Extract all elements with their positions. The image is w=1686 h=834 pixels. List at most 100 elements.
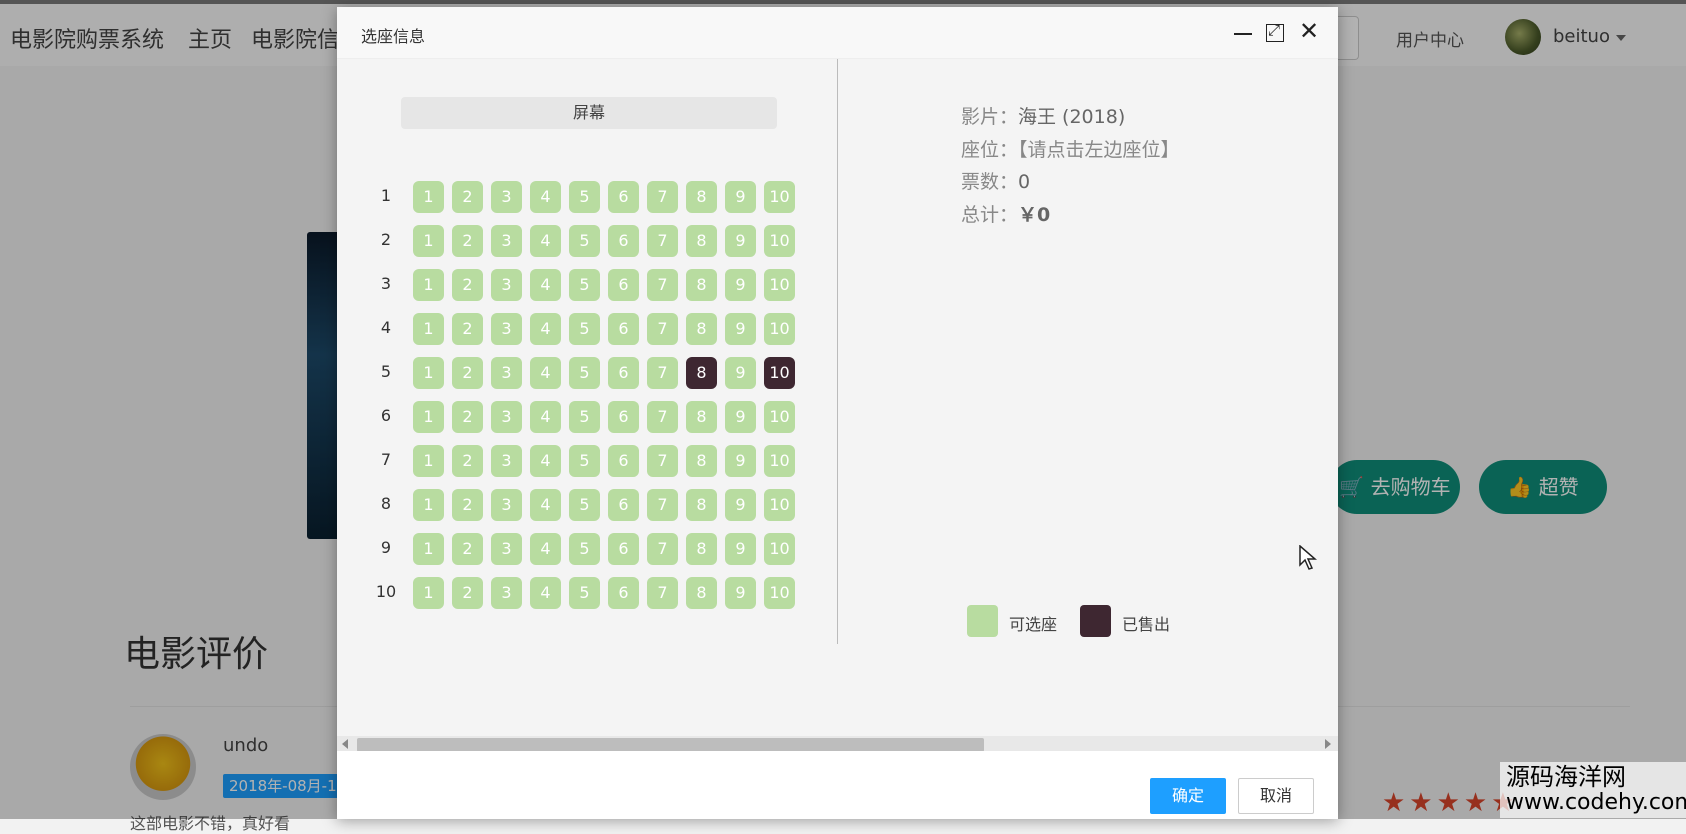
seat-available[interactable]: 3 bbox=[491, 181, 522, 213]
seat-available[interactable]: 10 bbox=[764, 401, 795, 433]
seat-available[interactable]: 9 bbox=[725, 313, 756, 345]
scrollbar-thumb[interactable] bbox=[357, 738, 984, 752]
seat-available[interactable]: 5 bbox=[569, 357, 600, 389]
seat-available[interactable]: 1 bbox=[413, 401, 444, 433]
seat-available[interactable]: 7 bbox=[647, 269, 678, 301]
seat-available[interactable]: 1 bbox=[413, 533, 444, 565]
seat-available[interactable]: 5 bbox=[569, 181, 600, 213]
seat-available[interactable]: 8 bbox=[686, 313, 717, 345]
seat-available[interactable]: 7 bbox=[647, 489, 678, 521]
seat-available[interactable]: 1 bbox=[413, 269, 444, 301]
seat-available[interactable]: 6 bbox=[608, 533, 639, 565]
seat-available[interactable]: 2 bbox=[452, 357, 483, 389]
seat-available[interactable]: 3 bbox=[491, 357, 522, 389]
seat-available[interactable]: 2 bbox=[452, 313, 483, 345]
seat-available[interactable]: 7 bbox=[647, 445, 678, 477]
seat-available[interactable]: 9 bbox=[725, 269, 756, 301]
seat-available[interactable]: 4 bbox=[530, 401, 561, 433]
seat-available[interactable]: 7 bbox=[647, 313, 678, 345]
seat-available[interactable]: 5 bbox=[569, 489, 600, 521]
seat-available[interactable]: 2 bbox=[452, 401, 483, 433]
seat-available[interactable]: 4 bbox=[530, 533, 561, 565]
seat-available[interactable]: 8 bbox=[686, 225, 717, 257]
seat-available[interactable]: 6 bbox=[608, 401, 639, 433]
scroll-right-arrow-icon[interactable] bbox=[1325, 739, 1331, 749]
seat-available[interactable]: 1 bbox=[413, 445, 444, 477]
seat-available[interactable]: 3 bbox=[491, 401, 522, 433]
seat-available[interactable]: 4 bbox=[530, 269, 561, 301]
seat-available[interactable]: 4 bbox=[530, 489, 561, 521]
seat-available[interactable]: 4 bbox=[530, 577, 561, 609]
seat-available[interactable]: 6 bbox=[608, 181, 639, 213]
maximize-icon[interactable] bbox=[1266, 21, 1284, 42]
seat-available[interactable]: 7 bbox=[647, 357, 678, 389]
seat-available[interactable]: 9 bbox=[725, 489, 756, 521]
seat-available[interactable]: 7 bbox=[647, 401, 678, 433]
seat-available[interactable]: 4 bbox=[530, 225, 561, 257]
seat-available[interactable]: 6 bbox=[608, 445, 639, 477]
seat-available[interactable]: 6 bbox=[608, 225, 639, 257]
seat-available[interactable]: 9 bbox=[725, 225, 756, 257]
seat-available[interactable]: 6 bbox=[608, 577, 639, 609]
seat-available[interactable]: 8 bbox=[686, 489, 717, 521]
seat-available[interactable]: 7 bbox=[647, 181, 678, 213]
seat-available[interactable]: 5 bbox=[569, 577, 600, 609]
seat-available[interactable]: 9 bbox=[725, 533, 756, 565]
seat-available[interactable]: 1 bbox=[413, 489, 444, 521]
seat-available[interactable]: 8 bbox=[686, 533, 717, 565]
seat-available[interactable]: 8 bbox=[686, 269, 717, 301]
seat-available[interactable]: 10 bbox=[764, 577, 795, 609]
seat-available[interactable]: 5 bbox=[569, 401, 600, 433]
seat-available[interactable]: 1 bbox=[413, 357, 444, 389]
seat-available[interactable]: 10 bbox=[764, 225, 795, 257]
seat-available[interactable]: 3 bbox=[491, 577, 522, 609]
seat-available[interactable]: 5 bbox=[569, 533, 600, 565]
seat-available[interactable]: 1 bbox=[413, 313, 444, 345]
seat-available[interactable]: 2 bbox=[452, 577, 483, 609]
seat-available[interactable]: 2 bbox=[452, 489, 483, 521]
cancel-button[interactable]: 取消 bbox=[1238, 778, 1314, 814]
seat-available[interactable]: 10 bbox=[764, 533, 795, 565]
seat-available[interactable]: 4 bbox=[530, 445, 561, 477]
seat-available[interactable]: 3 bbox=[491, 445, 522, 477]
seat-available[interactable]: 2 bbox=[452, 225, 483, 257]
seat-available[interactable]: 7 bbox=[647, 577, 678, 609]
seat-available[interactable]: 3 bbox=[491, 225, 522, 257]
seat-available[interactable]: 1 bbox=[413, 577, 444, 609]
seat-available[interactable]: 8 bbox=[686, 401, 717, 433]
seat-available[interactable]: 7 bbox=[647, 225, 678, 257]
confirm-button[interactable]: 确定 bbox=[1150, 778, 1226, 814]
seat-available[interactable]: 8 bbox=[686, 445, 717, 477]
minimize-icon[interactable] bbox=[1234, 25, 1252, 41]
seat-available[interactable]: 2 bbox=[452, 269, 483, 301]
seat-available[interactable]: 10 bbox=[764, 269, 795, 301]
seat-available[interactable]: 5 bbox=[569, 445, 600, 477]
close-icon[interactable]: ✕ bbox=[1299, 19, 1319, 43]
seat-available[interactable]: 1 bbox=[413, 181, 444, 213]
seat-available[interactable]: 3 bbox=[491, 489, 522, 521]
seat-available[interactable]: 7 bbox=[647, 533, 678, 565]
seat-available[interactable]: 6 bbox=[608, 269, 639, 301]
seat-available[interactable]: 2 bbox=[452, 181, 483, 213]
seat-available[interactable]: 5 bbox=[569, 225, 600, 257]
seat-available[interactable]: 2 bbox=[452, 533, 483, 565]
seat-available[interactable]: 10 bbox=[764, 181, 795, 213]
seat-available[interactable]: 10 bbox=[764, 313, 795, 345]
seat-available[interactable]: 3 bbox=[491, 313, 522, 345]
seat-available[interactable]: 4 bbox=[530, 313, 561, 345]
seat-available[interactable]: 5 bbox=[569, 269, 600, 301]
seat-available[interactable]: 9 bbox=[725, 181, 756, 213]
seat-available[interactable]: 9 bbox=[725, 445, 756, 477]
seat-available[interactable]: 1 bbox=[413, 225, 444, 257]
seat-available[interactable]: 8 bbox=[686, 577, 717, 609]
seat-available[interactable]: 10 bbox=[764, 445, 795, 477]
seat-available[interactable]: 9 bbox=[725, 357, 756, 389]
seat-available[interactable]: 8 bbox=[686, 181, 717, 213]
seat-available[interactable]: 4 bbox=[530, 357, 561, 389]
seat-available[interactable]: 9 bbox=[725, 577, 756, 609]
seat-available[interactable]: 6 bbox=[608, 489, 639, 521]
seat-available[interactable]: 6 bbox=[608, 313, 639, 345]
seat-available[interactable]: 6 bbox=[608, 357, 639, 389]
seat-available[interactable]: 2 bbox=[452, 445, 483, 477]
seat-available[interactable]: 10 bbox=[764, 489, 795, 521]
